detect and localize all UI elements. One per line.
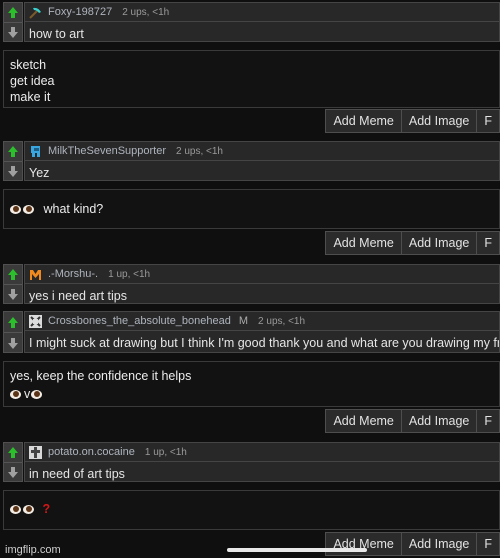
comment-meta: 2 ups, <1h — [258, 315, 306, 327]
add-image-button[interactable]: Add Image — [400, 231, 478, 255]
reply-box: what kind? — [3, 189, 500, 229]
reply-line: sketch — [10, 58, 47, 72]
comment: Crossbones_the_absolute_bonehead M 2 ups… — [24, 311, 500, 353]
add-meme-button[interactable]: Add Meme — [325, 409, 402, 433]
up-arrow-icon — [8, 269, 18, 280]
upvote-button[interactable] — [4, 312, 22, 332]
comment-text: in need of art tips — [29, 467, 125, 481]
reply-line: make it — [10, 90, 51, 104]
more-button[interactable]: F — [476, 109, 500, 133]
comment-header: potato.on.cocaine 1 up, <1h — [25, 443, 499, 462]
downvote-button[interactable] — [4, 332, 22, 353]
vote-box — [3, 141, 23, 181]
more-button[interactable]: F — [476, 532, 500, 556]
reply-line: get idea — [10, 74, 55, 88]
comment-text: yes i need art tips — [29, 289, 127, 303]
down-arrow-icon — [8, 27, 18, 38]
orange-m-icon — [30, 269, 41, 280]
vote-box — [3, 442, 23, 482]
cross-icon — [29, 445, 42, 459]
comment-meta: 1 up, <1h — [108, 268, 151, 280]
up-arrow-icon — [8, 7, 18, 18]
username[interactable]: potato.on.cocaine — [48, 446, 135, 458]
home-indicator — [227, 548, 367, 552]
eye-emoji — [31, 390, 43, 400]
reply-toolbar: Add Meme Add Image F — [325, 109, 500, 133]
comment-text: Yez — [29, 166, 50, 180]
down-arrow-icon — [8, 337, 18, 349]
comment: MilkTheSevenSupporter 2 ups, <1h Yez — [24, 141, 500, 181]
up-arrow-icon — [8, 316, 18, 328]
reply-line: yes, keep the confidence it helps — [10, 369, 192, 383]
downvote-button[interactable] — [4, 284, 22, 304]
reply-line: what kind? — [43, 202, 104, 216]
up-arrow-icon — [8, 447, 18, 458]
downvote-button[interactable] — [4, 462, 22, 482]
more-button[interactable]: F — [476, 409, 500, 433]
diamond-pickaxe-icon — [29, 7, 41, 19]
upvote-button[interactable] — [4, 443, 22, 462]
comment-text: I might suck at drawing but I think I'm … — [29, 336, 499, 350]
add-meme-button[interactable]: Add Meme — [325, 109, 402, 133]
reply-toolbar: Add Meme Add Image F — [325, 409, 500, 433]
comment-meta: 2 ups, <1h — [176, 145, 223, 157]
username[interactable]: Foxy-198727 — [48, 6, 112, 18]
down-arrow-icon — [8, 166, 18, 177]
add-image-button[interactable]: Add Image — [400, 409, 478, 433]
eye-emoji — [23, 505, 34, 515]
reply-box: ? — [3, 490, 500, 530]
upvote-button[interactable] — [4, 142, 22, 161]
down-arrow-icon — [8, 467, 18, 478]
vote-box — [3, 311, 23, 353]
add-image-button[interactable]: Add Image — [400, 109, 478, 133]
comment-text: how to art — [29, 27, 84, 41]
eye-emoji — [10, 205, 21, 215]
reply-box: yes, keep the confidence it helps v — [3, 361, 500, 407]
reply-line: v — [24, 387, 31, 401]
comment-header: Foxy-198727 2 ups, <1h — [25, 3, 499, 22]
eye-emoji — [23, 205, 34, 215]
eye-emoji — [10, 505, 21, 515]
blue-creature-icon — [31, 145, 40, 157]
comment-header: MilkTheSevenSupporter 2 ups, <1h — [25, 142, 499, 161]
mod-badge: M — [238, 315, 249, 327]
reply-toolbar: Add Meme Add Image F — [325, 231, 500, 255]
add-image-button[interactable]: Add Image — [400, 532, 478, 556]
more-button[interactable]: F — [476, 231, 500, 255]
upvote-button[interactable] — [4, 3, 22, 22]
vote-box — [3, 2, 23, 42]
username[interactable]: .-Morshu-. — [48, 268, 98, 280]
add-meme-button[interactable]: Add Meme — [325, 231, 402, 255]
comment-meta: 1 up, <1h — [144, 446, 187, 458]
comment: potato.on.cocaine 1 up, <1h in need of a… — [24, 442, 500, 482]
comment-header: Crossbones_the_absolute_bonehead M 2 ups… — [25, 312, 499, 331]
comment-meta: 2 ups, <1h — [122, 6, 170, 18]
add-meme-button[interactable]: Add Meme — [325, 532, 402, 556]
comment-header: .-Morshu-. 1 up, <1h — [25, 265, 499, 284]
watermark: imgflip.com — [5, 544, 61, 556]
crossbones-icon — [29, 314, 42, 328]
upvote-button[interactable] — [4, 265, 22, 284]
downvote-button[interactable] — [4, 161, 22, 181]
down-arrow-icon — [8, 289, 18, 300]
up-arrow-icon — [8, 146, 18, 157]
vote-box — [3, 264, 23, 304]
username[interactable]: Crossbones_the_absolute_bonehead — [48, 315, 231, 327]
comment: .-Morshu-. 1 up, <1h yes i need art tips — [24, 264, 500, 304]
red-question-mark: ? — [42, 502, 51, 516]
reply-line-emoji: v — [10, 386, 493, 402]
username[interactable]: MilkTheSevenSupporter — [48, 145, 166, 157]
comment: Foxy-198727 2 ups, <1h how to art — [24, 2, 500, 42]
eye-emoji — [10, 390, 21, 400]
reply-toolbar: Add Meme Add Image F — [325, 532, 500, 556]
downvote-button[interactable] — [4, 22, 22, 42]
reply-box: sketch get idea make it — [3, 50, 500, 108]
